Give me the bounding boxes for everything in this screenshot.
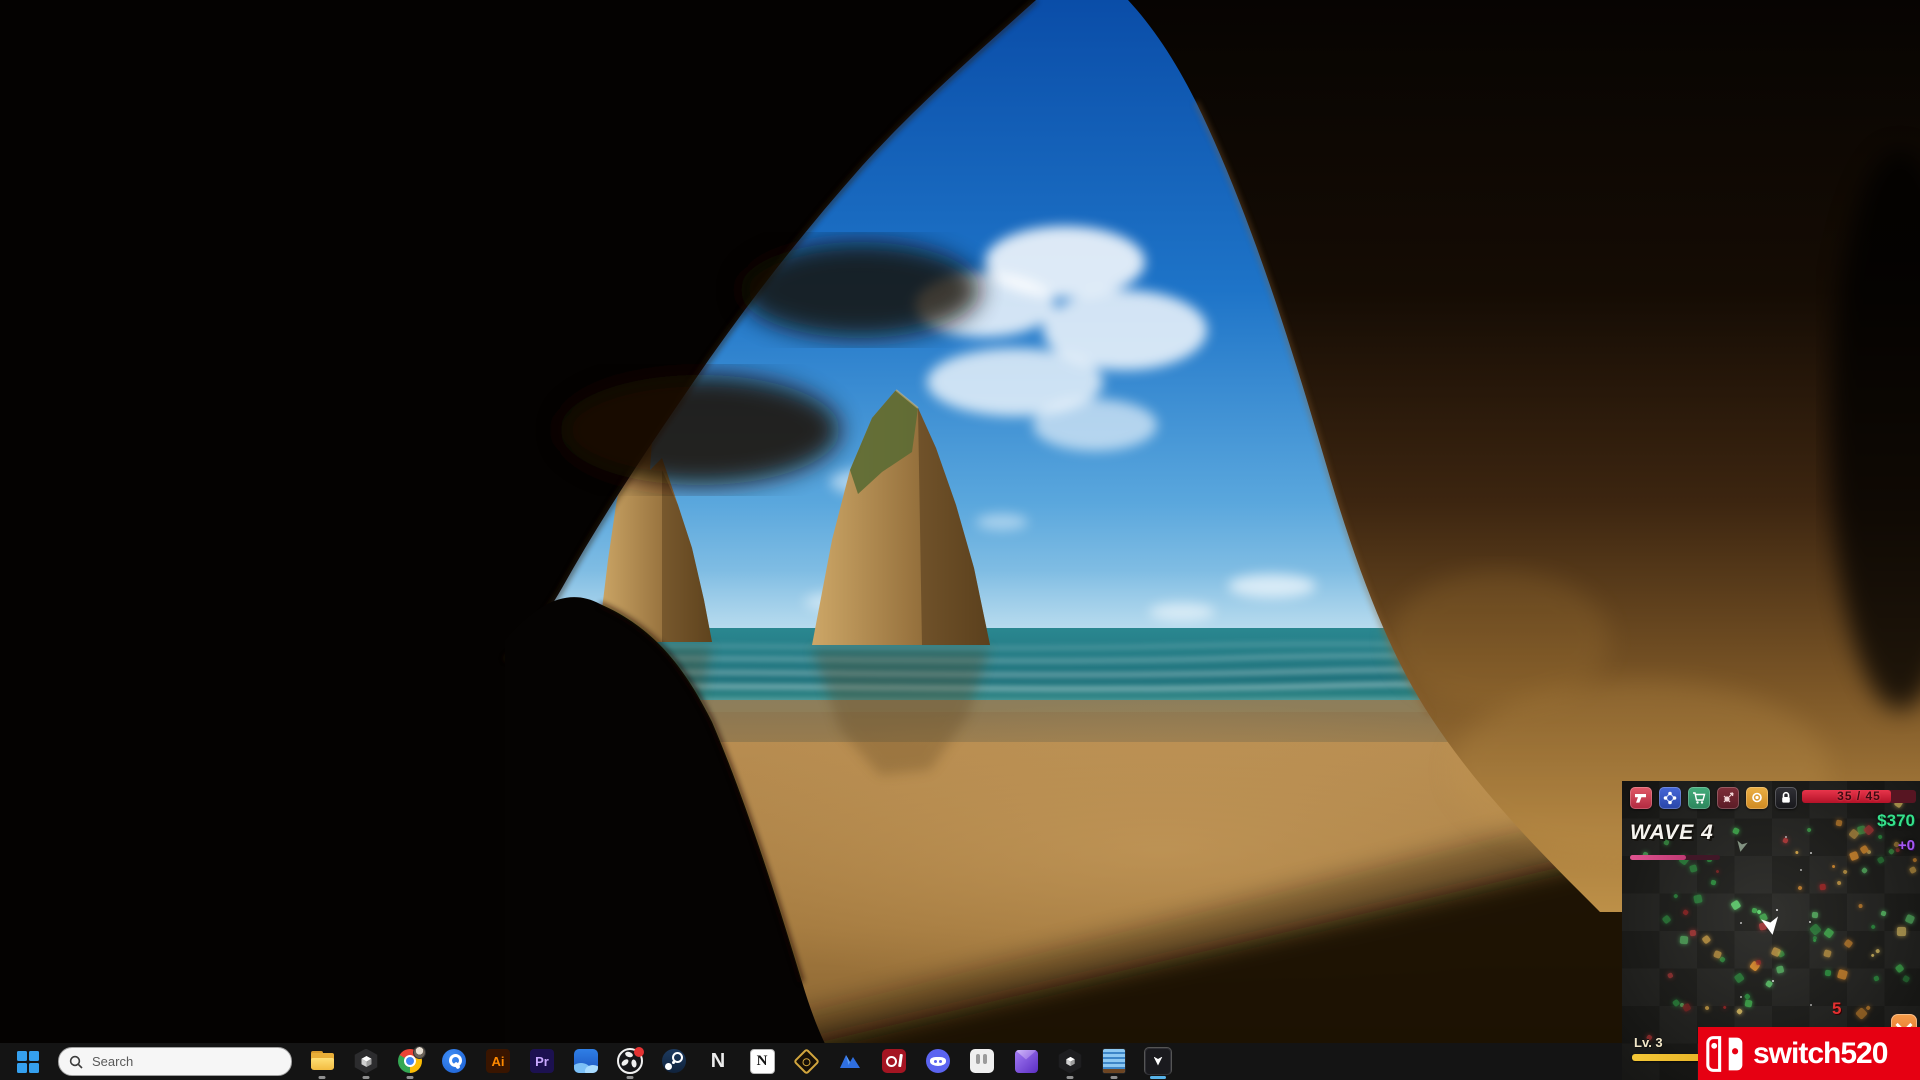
taskbar-app-obs[interactable] bbox=[617, 1043, 643, 1080]
taskbar-app-game[interactable] bbox=[1145, 1043, 1171, 1080]
money-value: $370 bbox=[1877, 811, 1915, 831]
search-input[interactable] bbox=[90, 1053, 244, 1070]
game-toolbar bbox=[1630, 787, 1797, 809]
taskbar-app-notion[interactable]: N bbox=[749, 1043, 775, 1080]
taskbar-app-gold-diamond[interactable] bbox=[793, 1043, 819, 1080]
taskbar-app-blue-pin[interactable] bbox=[441, 1043, 467, 1080]
search-icon bbox=[69, 1055, 83, 1069]
illustrator-icon: Ai bbox=[486, 1049, 510, 1073]
taskbar-app-notepad[interactable] bbox=[1101, 1043, 1127, 1080]
unity-hub-icon bbox=[1058, 1049, 1083, 1074]
orbs-network-icon[interactable] bbox=[1659, 787, 1681, 809]
taskbar-search[interactable] bbox=[58, 1047, 292, 1076]
white-dock-app-icon bbox=[970, 1049, 994, 1073]
nintendo-switch-logo-icon bbox=[1706, 1035, 1746, 1073]
enemy-triangle bbox=[1735, 840, 1748, 853]
lamp-icon[interactable] bbox=[1746, 787, 1768, 809]
taskbar-app-purple-box[interactable] bbox=[1013, 1043, 1039, 1080]
taskbar-app-unity[interactable] bbox=[353, 1043, 379, 1080]
obs-studio-icon bbox=[617, 1048, 643, 1074]
switch520-watermark[interactable]: switch520 bbox=[1698, 1027, 1920, 1080]
taskbar-app-file-explorer[interactable] bbox=[309, 1043, 335, 1080]
file-explorer-icon bbox=[310, 1050, 335, 1072]
taskbar-app-recorder[interactable] bbox=[881, 1043, 907, 1080]
taskbar-app-nordvpn[interactable] bbox=[837, 1043, 863, 1080]
game-window: 35 / 45 $370 +0 WAVE 4 5 Lv. 3 switc bbox=[1622, 781, 1920, 1080]
shopping-cart-icon[interactable] bbox=[1688, 787, 1710, 809]
taskbar-app-steam[interactable] bbox=[661, 1043, 687, 1080]
taskbar-app-unity-hub[interactable] bbox=[1057, 1043, 1083, 1080]
health-value: 35 / 45 bbox=[1802, 789, 1916, 803]
padlock-icon[interactable] bbox=[1775, 787, 1797, 809]
n-letter-app-icon: N bbox=[711, 1050, 725, 1073]
taskbar-app-premiere[interactable]: Pr bbox=[529, 1043, 555, 1080]
damage-popup: 5 bbox=[1832, 999, 1841, 1019]
taskbar-app-n-letter[interactable]: N bbox=[705, 1043, 731, 1080]
wave-progress-fill bbox=[1630, 855, 1686, 860]
notion-icon: N bbox=[750, 1049, 775, 1074]
game-window-icon bbox=[1145, 1048, 1171, 1075]
recording-dot-badge bbox=[634, 1047, 644, 1057]
player-ship bbox=[1761, 916, 1782, 937]
taskbar-app-discord[interactable] bbox=[925, 1043, 951, 1080]
blue-pin-app-icon bbox=[442, 1049, 466, 1073]
unity-icon bbox=[354, 1049, 379, 1074]
steam-icon bbox=[662, 1049, 686, 1073]
chrome-icon bbox=[398, 1049, 422, 1073]
creature-icon[interactable] bbox=[1717, 787, 1739, 809]
notepad-icon bbox=[1102, 1048, 1126, 1074]
taskbar-app-illustrator[interactable]: Ai bbox=[485, 1043, 511, 1080]
recorder-app-icon bbox=[882, 1049, 906, 1073]
taskbar-apps: Ai Pr N N bbox=[300, 1043, 1180, 1080]
desktop: 35 / 45 $370 +0 WAVE 4 5 Lv. 3 switc bbox=[0, 0, 1920, 1080]
level-label: Lv. 3 bbox=[1634, 1035, 1663, 1050]
wave-label: WAVE 4 bbox=[1630, 821, 1714, 845]
purple-box-app-icon bbox=[1015, 1050, 1038, 1073]
watermark-text: switch520 bbox=[1753, 1037, 1887, 1071]
premiere-icon: Pr bbox=[530, 1049, 554, 1073]
bonus-value: +0 bbox=[1898, 837, 1915, 854]
start-button[interactable] bbox=[10, 1044, 46, 1080]
nordvpn-icon bbox=[838, 1049, 862, 1073]
taskbar-app-white-dock[interactable] bbox=[969, 1043, 995, 1080]
taskbar-app-chrome[interactable] bbox=[397, 1043, 423, 1080]
chrome-profile-avatar bbox=[413, 1046, 426, 1059]
wave-progress-bar bbox=[1630, 855, 1720, 860]
taskbar-app-wallpaper[interactable] bbox=[573, 1043, 599, 1080]
gold-diamond-app-icon bbox=[794, 1049, 819, 1074]
windows-logo-icon bbox=[17, 1051, 39, 1073]
wallpaper-waves-icon bbox=[574, 1049, 598, 1073]
game-hud: 35 / 45 $370 +0 WAVE 4 5 Lv. 3 switc bbox=[1622, 781, 1920, 1080]
discord-icon bbox=[926, 1049, 950, 1073]
pistol-icon[interactable] bbox=[1630, 787, 1652, 809]
